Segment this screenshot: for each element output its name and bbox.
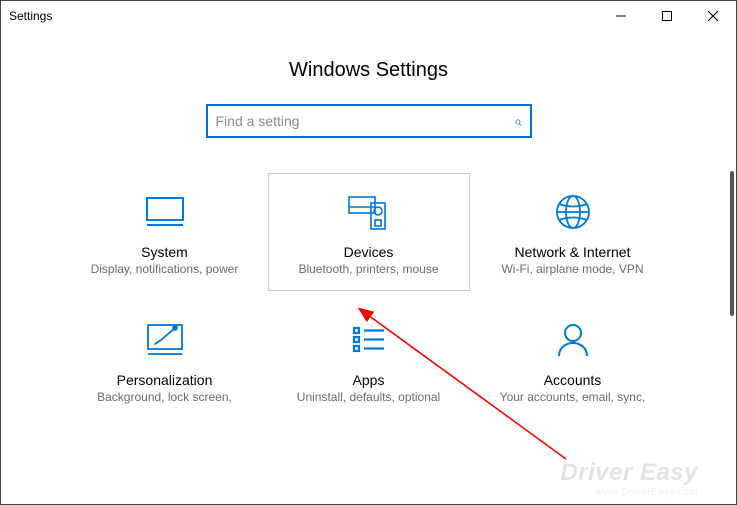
maximize-button[interactable] (644, 1, 690, 31)
paint-icon (75, 318, 255, 362)
minimize-button[interactable] (598, 1, 644, 31)
tile-title: Accounts (483, 372, 663, 388)
titlebar: Settings (1, 1, 736, 31)
tile-desc: Wi-Fi, airplane mode, VPN (483, 262, 663, 278)
tile-personalization[interactable]: Personalization Background, lock screen, (65, 302, 265, 418)
tile-title: Devices (279, 244, 459, 260)
tile-title: Apps (279, 372, 459, 388)
tile-desc: Bluetooth, printers, mouse (279, 262, 459, 278)
tile-title: System (75, 244, 255, 260)
tile-accounts[interactable]: Accounts Your accounts, email, sync, (473, 302, 673, 418)
tile-desc: Background, lock screen, (75, 390, 255, 406)
tile-desc: Your accounts, email, sync, (483, 390, 663, 406)
scrollbar-thumb[interactable] (730, 171, 734, 316)
window-title: Settings (9, 9, 52, 23)
close-button[interactable] (690, 1, 736, 31)
page-title: Windows Settings (1, 59, 736, 82)
settings-tiles: System Display, notifications, power Dev… (1, 174, 736, 417)
tile-desc: Uninstall, defaults, optional (279, 390, 459, 406)
tile-network[interactable]: Network & Internet Wi-Fi, airplane mode,… (473, 174, 673, 290)
search-icon: ⌕ (514, 113, 522, 130)
watermark: Driver Easy www.DriverEasy.com (560, 459, 698, 498)
display-icon (75, 190, 255, 234)
tile-system[interactable]: System Display, notifications, power (65, 174, 265, 290)
tile-title: Network & Internet (483, 244, 663, 260)
tile-apps[interactable]: Apps Uninstall, defaults, optional (269, 302, 469, 418)
search-box[interactable]: ⌕ (206, 104, 532, 138)
tile-desc: Display, notifications, power (75, 262, 255, 278)
person-icon (483, 318, 663, 362)
tile-title: Personalization (75, 372, 255, 388)
globe-icon (483, 190, 663, 234)
devices-icon (279, 190, 459, 234)
tile-devices[interactable]: Devices Bluetooth, printers, mouse (269, 174, 469, 290)
search-input[interactable] (216, 113, 514, 129)
list-icon (279, 318, 459, 362)
